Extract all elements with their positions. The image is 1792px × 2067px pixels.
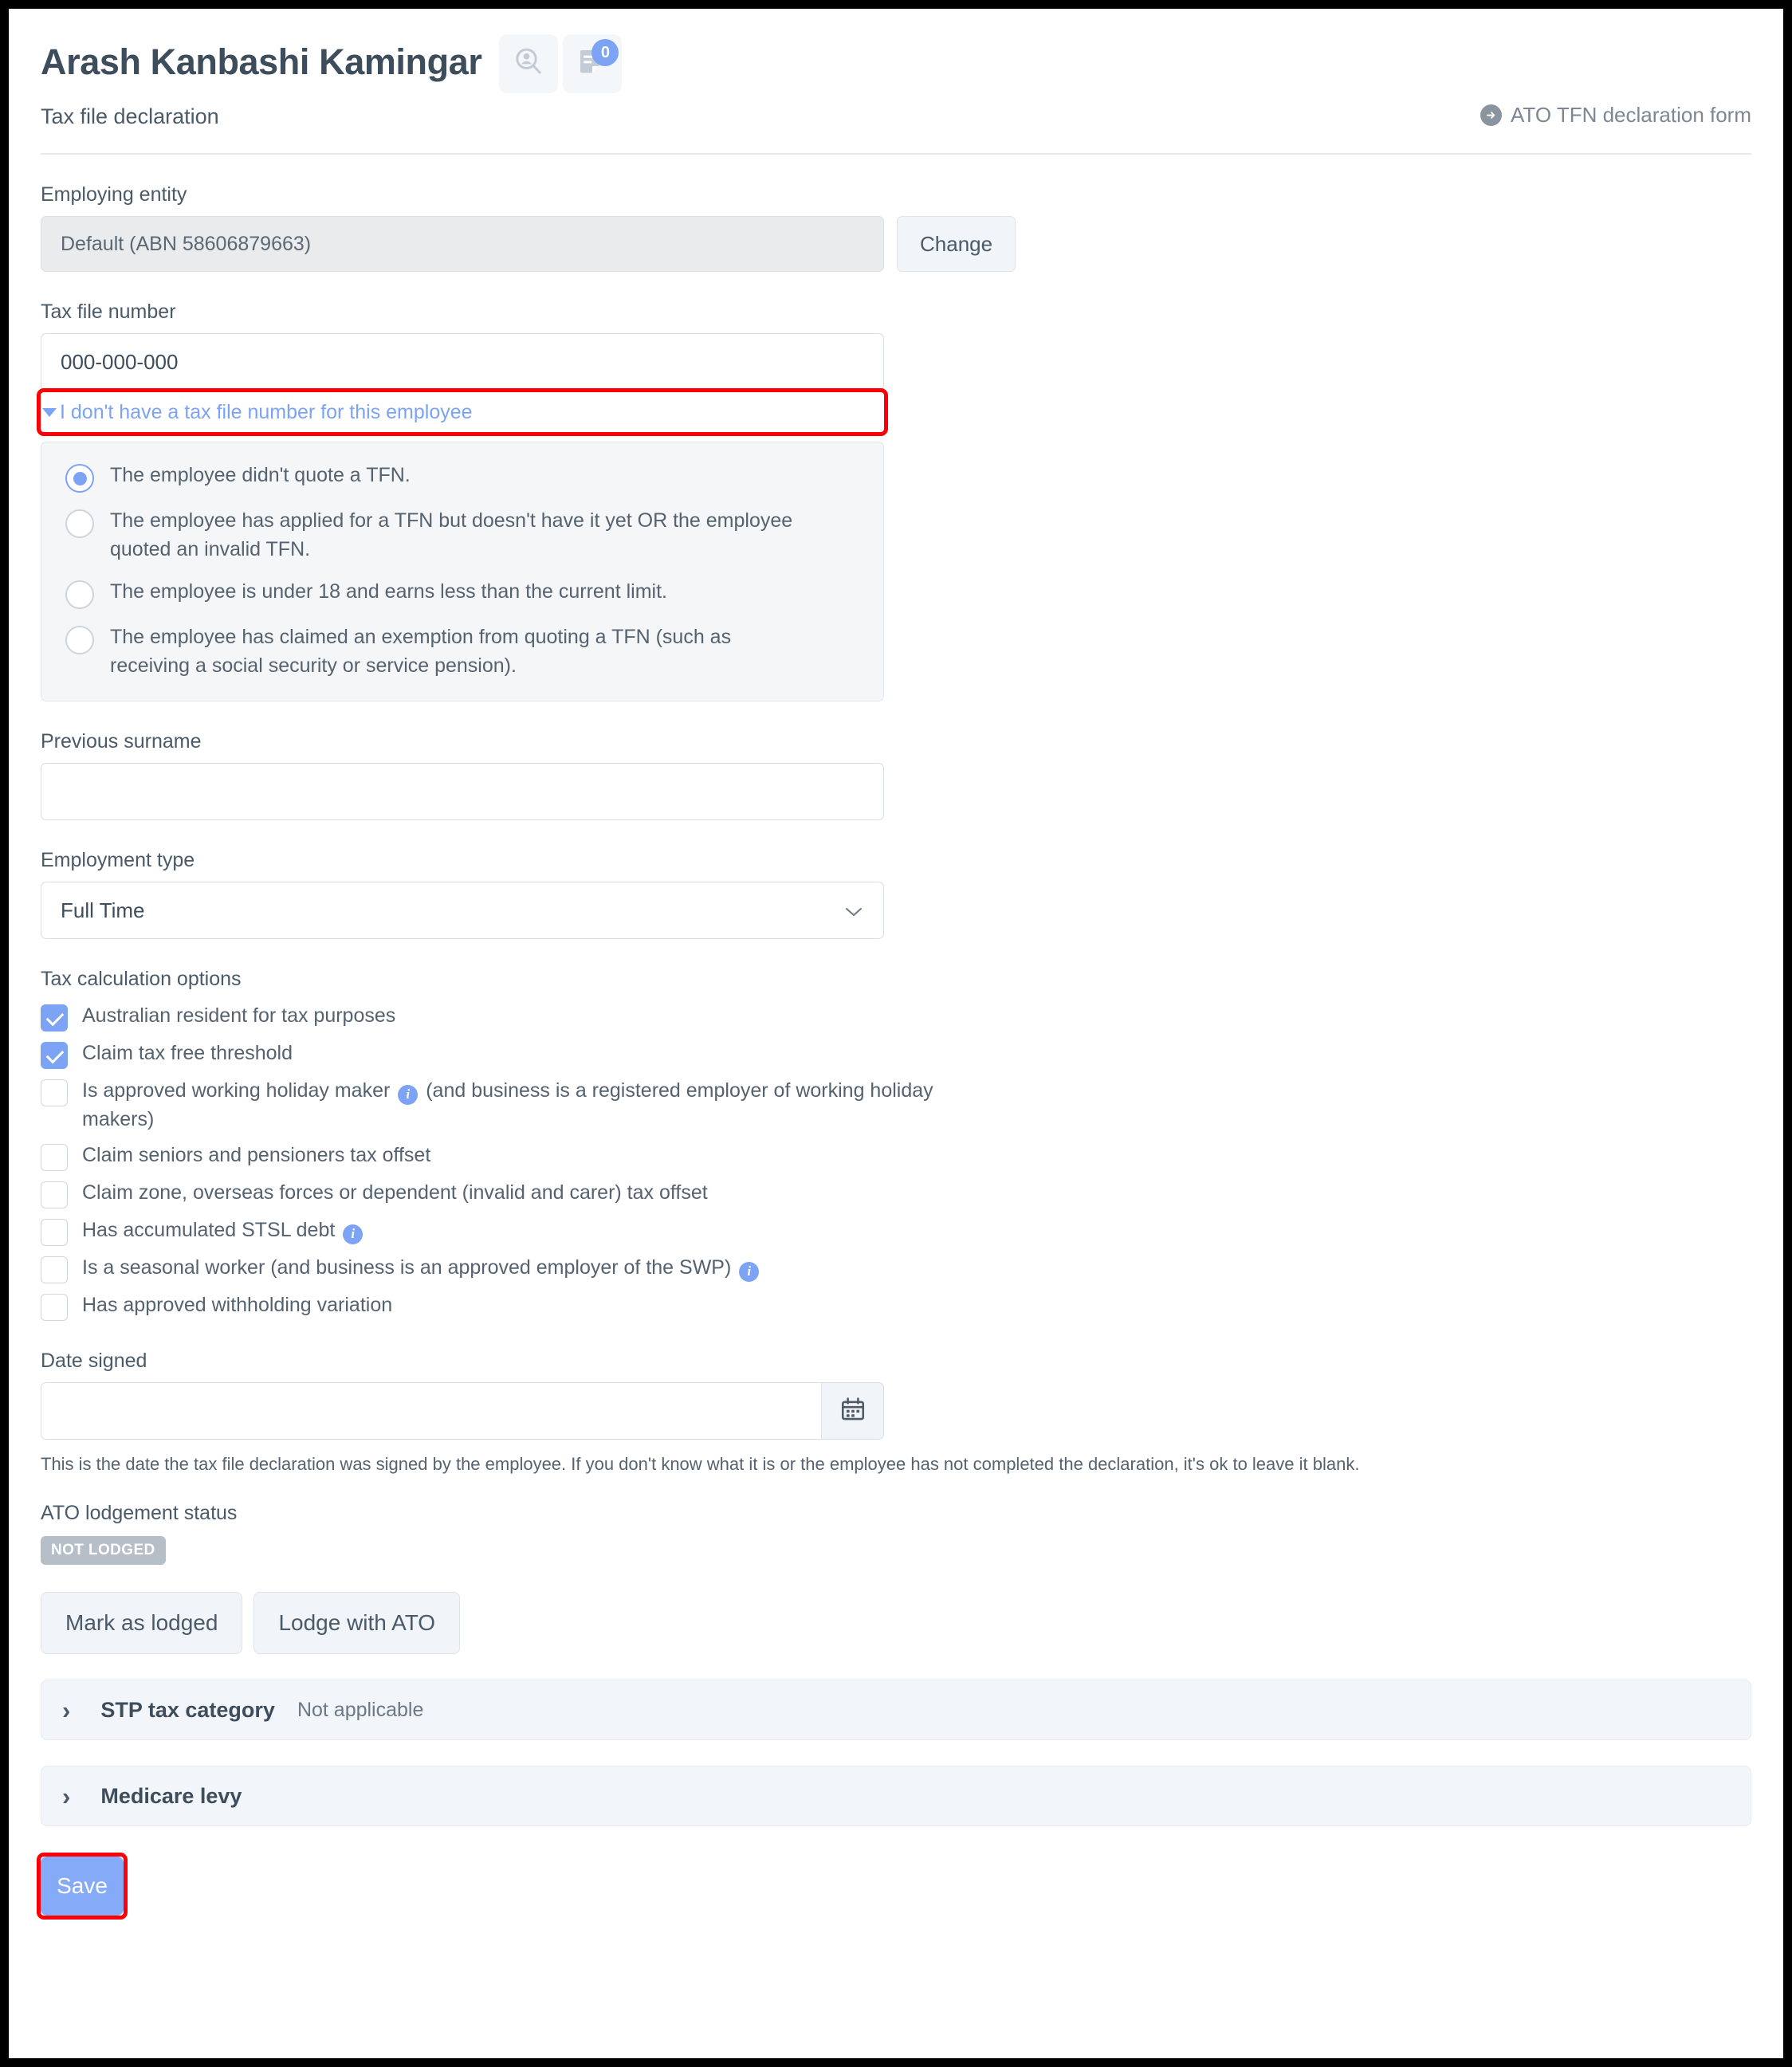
accordion-title: STP tax category [100, 1697, 275, 1722]
checkbox-row-seniors-pensioners-offset[interactable]: Claim seniors and pensioners tax offset [41, 1142, 1751, 1171]
checkbox-row-stsl-debt[interactable]: Has accumulated STSL debt i [41, 1216, 1751, 1246]
ato-tfn-declaration-form-link[interactable]: ATO TFN declaration form [1480, 103, 1751, 128]
checkbox[interactable] [41, 1042, 68, 1069]
radio-option-row[interactable]: The employee has claimed an exemption fr… [41, 623, 883, 680]
checkbox[interactable] [41, 1256, 68, 1283]
checkbox-label: Claim seniors and pensioners tax offset [82, 1144, 431, 1166]
ato-link-label: ATO TFN declaration form [1511, 103, 1751, 127]
page-header: Arash Kanbashi Kamingar 0 [41, 9, 1751, 93]
employment-type-value: Full Time [61, 898, 145, 922]
tax-file-number-label: Tax file number [41, 301, 176, 323]
calendar-icon [839, 1396, 867, 1427]
radio-option-row[interactable]: The employee didn't quote a TFN. [41, 462, 883, 493]
caret-down-icon [42, 407, 57, 417]
employing-entity-row: Default (ABN 58606879663) Change [41, 216, 1751, 272]
app-page: Arash Kanbashi Kamingar 0 Tax file decla… [9, 9, 1783, 2058]
checkbox[interactable] [41, 1294, 68, 1321]
tax-calculation-options-label: Tax calculation options [41, 968, 242, 990]
employment-type-select[interactable]: Full Time [41, 882, 884, 939]
radio-option-label: The employee is under 18 and earns less … [110, 580, 667, 603]
employment-type-label: Employment type [41, 849, 195, 871]
header-icon-group: 0 [499, 34, 623, 93]
checkbox-label: Claim zone, overseas forces or dependent… [82, 1181, 708, 1204]
checkbox-label: Is approved working holiday maker [82, 1079, 391, 1102]
status-badge: NOT LODGED [41, 1536, 166, 1565]
employing-entity-label: Employing entity [41, 183, 187, 206]
checkbox[interactable] [41, 1144, 68, 1171]
radio-option-label: The employee didn't quote a TFN. [110, 464, 411, 486]
mark-as-lodged-button[interactable]: Mark as lodged [41, 1592, 243, 1654]
tax-file-number-input[interactable]: 000-000-000 [41, 333, 884, 391]
radio-option-label: The employee has applied for a TFN but d… [110, 509, 793, 560]
arrow-right-icon [1480, 104, 1503, 126]
checkbox-row-claim-tax-free-threshold[interactable]: Claim tax free threshold [41, 1039, 1751, 1069]
info-icon[interactable]: i [343, 1224, 364, 1244]
page-title: Arash Kanbashi Kamingar [41, 41, 482, 83]
no-tfn-link-row[interactable]: I don't have a tax file number for this … [37, 388, 888, 436]
date-signed-input[interactable] [41, 1383, 821, 1439]
checkbox-row-australian-resident[interactable]: Australian resident for tax purposes [41, 1002, 1751, 1032]
checkbox[interactable] [41, 1219, 68, 1246]
save-button-wrapper: Save [37, 1853, 128, 1920]
previous-surname-input[interactable] [41, 763, 884, 820]
checkbox[interactable] [41, 1004, 68, 1032]
date-picker-button[interactable] [821, 1383, 883, 1439]
date-signed-label: Date signed [41, 1350, 147, 1372]
date-signed-help-text: This is the date the tax file declaratio… [41, 1454, 1360, 1474]
info-icon[interactable]: i [739, 1261, 760, 1282]
checkbox-label: Claim tax free threshold [82, 1042, 293, 1064]
page-subtitle: Tax file declaration [41, 104, 219, 128]
accordion-value: Not applicable [297, 1698, 424, 1721]
person-search-button[interactable] [499, 34, 559, 93]
accordion-medicare-levy[interactable]: › Medicare levy [41, 1766, 1751, 1826]
chevron-right-icon: › [62, 1696, 71, 1724]
checkbox-row-withholding-variation[interactable]: Has approved withholding variation [41, 1291, 1751, 1321]
checkbox-row-zone-overseas-dependent-offset[interactable]: Claim zone, overseas forces or dependent… [41, 1179, 1751, 1208]
date-signed-row [41, 1382, 884, 1440]
checkbox-label: Has approved withholding variation [82, 1294, 393, 1316]
radio-option-row[interactable]: The employee has applied for a TFN but d… [41, 507, 883, 564]
notes-button[interactable]: 0 [563, 34, 623, 93]
ato-lodgement-status-label: ATO lodgement status [41, 1502, 238, 1524]
radio-button[interactable] [65, 626, 94, 654]
checkbox-row-seasonal-worker[interactable]: Is a seasonal worker (and business is an… [41, 1254, 1751, 1283]
chevron-down-icon [845, 898, 863, 923]
radio-button[interactable] [65, 464, 94, 493]
checkbox-label: Has accumulated STSL debt [82, 1219, 336, 1241]
checkbox-row-working-holiday-maker[interactable]: Is approved working holiday maker i (and… [41, 1077, 1751, 1134]
notes-count-badge: 0 [591, 39, 619, 66]
previous-surname-label: Previous surname [41, 730, 202, 753]
radio-option-label: The employee has claimed an exemption fr… [110, 626, 732, 677]
accordion-stp-tax-category[interactable]: › STP tax category Not applicable [41, 1680, 1751, 1740]
save-button[interactable]: Save [41, 1857, 124, 1916]
change-entity-button[interactable]: Change [897, 216, 1016, 272]
tfn-reason-radio-group: The employee didn't quote a TFN. The emp… [41, 442, 884, 701]
radio-button[interactable] [65, 580, 94, 609]
employing-entity-value: Default (ABN 58606879663) [41, 216, 884, 272]
header-divider [41, 153, 1751, 155]
accordion-title: Medicare levy [100, 1783, 242, 1808]
subtitle-row: Tax file declaration ATO TFN declaration… [41, 103, 1751, 129]
info-icon[interactable]: i [398, 1084, 419, 1105]
radio-option-row[interactable]: The employee is under 18 and earns less … [41, 578, 883, 609]
lodgement-button-row: Mark as lodged Lodge with ATO [41, 1592, 1751, 1654]
checkbox-label: Is a seasonal worker (and business is an… [82, 1256, 732, 1279]
checkbox[interactable] [41, 1079, 68, 1106]
chevron-right-icon: › [62, 1782, 71, 1810]
person-search-icon [513, 46, 544, 82]
checkbox[interactable] [41, 1181, 68, 1208]
checkbox-label: Australian resident for tax purposes [82, 1004, 396, 1027]
lodge-with-ato-button[interactable]: Lodge with ATO [253, 1592, 461, 1654]
no-tfn-link-label: I don't have a tax file number for this … [60, 400, 473, 423]
radio-button[interactable] [65, 509, 94, 538]
